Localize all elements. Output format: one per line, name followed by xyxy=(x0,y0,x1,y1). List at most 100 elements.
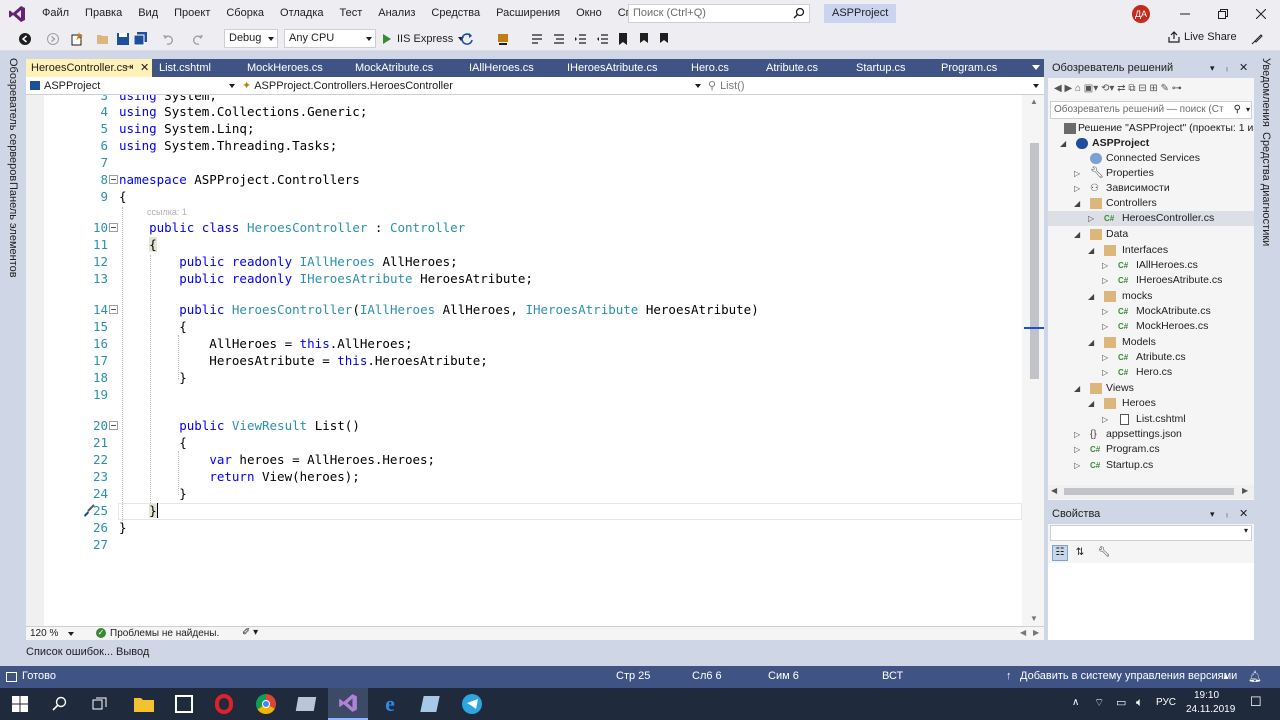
browser-link-icon[interactable] xyxy=(496,32,510,46)
tree-item-mocks[interactable]: ◢ mocks xyxy=(1048,289,1254,304)
clock-date[interactable]: 24.11.2019 xyxy=(1186,704,1235,715)
expanded-arrow-icon[interactable]: ◢ xyxy=(1074,227,1082,242)
solution-horizontal-scrollbar[interactable]: ◀ ▶ xyxy=(1048,485,1254,499)
tree-item-mockheroes[interactable]: ▷ C# MockHeroes.cs xyxy=(1048,319,1254,334)
menu-analyze[interactable]: Анализ xyxy=(370,0,423,27)
clock-time[interactable]: 19:10 xyxy=(1194,690,1219,701)
close-panel-icon[interactable]: ✕ xyxy=(1239,505,1248,524)
notification-bell-icon[interactable]: 🔔︎ xyxy=(1248,670,1262,683)
alphabetical-icon[interactable]: ⇅ xyxy=(1072,545,1088,561)
collapsed-arrow-icon[interactable]: ▷ xyxy=(1074,181,1082,196)
tree-item-models[interactable]: ◢ Models xyxy=(1048,335,1254,350)
wifi-icon[interactable]: ⌔ xyxy=(1094,696,1104,710)
telegram-icon[interactable] xyxy=(452,688,492,720)
tree-item-project[interactable]: ◢ ASPProject xyxy=(1048,136,1254,151)
windows-start-icon[interactable] xyxy=(0,688,40,720)
expanded-arrow-icon[interactable]: ◢ xyxy=(1074,381,1082,396)
next-bookmark-icon[interactable] xyxy=(656,32,670,46)
scroll-up-icon[interactable]: ▲ xyxy=(1030,97,1038,106)
property-pages-icon[interactable]: 🔧︎ xyxy=(1096,545,1112,561)
collapsed-arrow-icon[interactable]: ▷ xyxy=(1074,458,1082,473)
opera-icon[interactable] xyxy=(204,688,244,720)
tree-item-controllers[interactable]: ◢ Controllers xyxy=(1048,196,1254,211)
volume-icon[interactable]: 🔈︎ xyxy=(1136,695,1143,710)
panel-menu-icon[interactable]: ▾ xyxy=(1210,505,1215,524)
visual-studio-logo-icon[interactable] xyxy=(0,0,34,27)
member-dropdown[interactable]: ⚲ List() xyxy=(708,77,1028,95)
pin-icon[interactable]: ᛧ xyxy=(1224,59,1230,78)
tree-item-heroescontroller[interactable]: ▷ C# HeroesController.cs xyxy=(1048,211,1254,226)
collapsed-arrow-icon[interactable]: ▷ xyxy=(1102,273,1110,288)
tab-iheroesatribute[interactable]: IHeroesAtribute.cs xyxy=(562,59,684,77)
collapsed-arrow-icon[interactable]: ▷ xyxy=(1102,412,1110,427)
outdent-icon[interactable] xyxy=(596,32,610,46)
expanded-arrow-icon[interactable]: ◢ xyxy=(1088,243,1096,258)
solution-search-input[interactable]: Обозреватель решений — поиск (Ст ⚲ ▾ xyxy=(1050,101,1252,119)
collapsed-arrow-icon[interactable]: ▷ xyxy=(1102,319,1110,334)
menu-debug[interactable]: Отладка xyxy=(272,0,331,27)
diagnostic-tools-tab[interactable]: Средства диагностики xyxy=(1260,132,1272,246)
new-project-icon[interactable] xyxy=(70,32,84,46)
live-share-button[interactable]: Live Share xyxy=(1168,31,1237,43)
app-icon[interactable] xyxy=(164,688,204,720)
collapsed-arrow-icon[interactable]: ▷ xyxy=(1074,442,1082,457)
pin-icon[interactable]: ᛧ xyxy=(1224,505,1230,524)
issues-status[interactable]: Проблемы не найдены. xyxy=(110,628,219,639)
tab-list-cshtml[interactable]: List.cshtml xyxy=(154,59,240,77)
file-explorer-icon[interactable] xyxy=(124,688,164,720)
code-editor[interactable]: 3 4 5 6 7 8 9 10 11 12 13 14 15 16 17 18… xyxy=(26,95,1044,626)
language-indicator[interactable]: РУС xyxy=(1156,697,1176,708)
tree-item-hero[interactable]: ▷ C# Hero.cs xyxy=(1048,365,1254,380)
scroll-left-icon[interactable]: ◀ xyxy=(1051,486,1057,495)
menu-extensions[interactable]: Расширения xyxy=(488,0,568,27)
close-button[interactable] xyxy=(1242,0,1280,27)
bookmark-icon[interactable] xyxy=(616,32,630,46)
pin-icon[interactable]: ⇥ xyxy=(125,59,133,77)
tab-mockatribute[interactable]: MockAtribute.cs xyxy=(350,59,462,77)
app2-icon[interactable] xyxy=(410,688,450,720)
tree-item-solution[interactable]: Решение "ASPProject" (проекты: 1 из 1 xyxy=(1048,121,1267,136)
tab-heroescontroller[interactable]: HeroesController.cs ⇥ ✕ xyxy=(26,59,152,77)
tree-item-connected-services[interactable]: Connected Services xyxy=(1048,151,1254,166)
collapse-method-icon[interactable] xyxy=(109,421,118,430)
restore-button[interactable] xyxy=(1204,0,1242,27)
expanded-arrow-icon[interactable]: ◢ xyxy=(1060,136,1068,151)
format-icon[interactable] xyxy=(552,32,566,46)
tab-mockheroes[interactable]: MockHeroes.cs xyxy=(242,59,348,77)
panel-menu-icon[interactable]: ▾ xyxy=(1210,59,1215,78)
expanded-arrow-icon[interactable]: ◢ xyxy=(1088,289,1096,304)
minimize-button[interactable] xyxy=(1166,0,1204,27)
tab-output[interactable]: Вывод xyxy=(116,646,149,658)
expanded-arrow-icon[interactable]: ◢ xyxy=(1088,335,1096,350)
tab-atribute[interactable]: Atribute.cs xyxy=(761,59,849,77)
visual-studio-icon[interactable] xyxy=(328,688,368,720)
scroll-left-icon[interactable]: ◀ xyxy=(1020,628,1026,637)
tree-item-appsettings[interactable]: ▷ {} appsettings.json xyxy=(1048,427,1254,442)
tree-item-program[interactable]: ▷ C# Program.cs xyxy=(1048,442,1254,457)
zoom-dropdown[interactable]: 120 % xyxy=(30,628,58,639)
task-view-icon[interactable] xyxy=(80,688,120,720)
close-tab-icon[interactable]: ✕ xyxy=(140,59,149,77)
add-to-source-control[interactable]: Добавить в систему управления версиями xyxy=(1020,670,1237,682)
save-icon[interactable] xyxy=(116,32,130,46)
class-dropdown[interactable]: ✦ ASPProject.Controllers.HeroesController xyxy=(242,77,702,95)
toolbox-tab[interactable]: Панель элементов xyxy=(7,182,19,278)
redo-icon[interactable] xyxy=(190,32,204,46)
chrome-icon[interactable] xyxy=(246,688,286,720)
scroll-thumb[interactable] xyxy=(1064,488,1234,495)
scroll-right-icon[interactable]: ▶ xyxy=(1242,486,1248,495)
collapsed-arrow-icon[interactable]: ▷ xyxy=(1102,350,1110,365)
solution-toolbar-icons[interactable]: ◀ ▶ ⌂ ▣▾ ⟲▾ ⇄ ⧉ ⊟ ⊞ ✎ ⊶ xyxy=(1054,83,1182,94)
battery-icon[interactable]: ▭ xyxy=(1116,696,1126,709)
search-icon[interactable] xyxy=(40,688,80,720)
tree-item-properties[interactable]: ▷ 🔧︎ Properties xyxy=(1048,166,1254,181)
back-icon[interactable] xyxy=(18,32,32,46)
scroll-down-icon[interactable]: ▼ xyxy=(1030,614,1038,623)
tab-overflow-icon[interactable] xyxy=(1032,65,1040,70)
edge-icon[interactable]: e xyxy=(370,688,410,720)
tab-program[interactable]: Program.cs xyxy=(936,59,1028,77)
references-codelens[interactable]: ссылка: 1 xyxy=(147,207,187,217)
menu-window[interactable]: Окно xyxy=(568,0,610,27)
collapse-constructor-icon[interactable] xyxy=(109,305,118,314)
notes-icon[interactable] xyxy=(286,688,326,720)
